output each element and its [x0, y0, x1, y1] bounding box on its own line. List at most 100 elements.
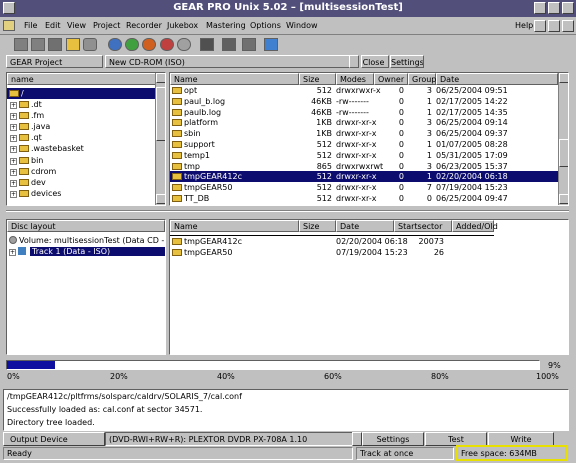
file-row[interactable]: TT_DB 512 drwxr-xr-x 0 0 06/25/2004 09:47 [170, 193, 558, 204]
file-row[interactable]: paul_b.log 46KB -rw------- 0 1 02/17/2005 14:… [170, 96, 558, 107]
col-date[interactable]: Date [436, 73, 558, 85]
open-icon[interactable] [31, 38, 45, 51]
verify-disc-icon[interactable] [177, 38, 191, 51]
folder-icon [172, 249, 182, 256]
file-row[interactable]: temp1 512 drwxr-xr-x 0 1 05/31/2005 17:09 [170, 150, 558, 161]
disc-contents[interactable]: Name Size Date Startsector Added/Old tmp… [169, 219, 569, 355]
child-minimize-icon[interactable] [534, 20, 546, 32]
maximize-icon[interactable] [548, 2, 560, 14]
menu-help[interactable]: Help [515, 21, 533, 30]
file-row[interactable]: paulb.log 46KB -rw------- 0 1 02/17/2005 14:3… [170, 107, 558, 118]
file-row[interactable]: opt 512 drwxrwxr-x 0 3 06/25/2004 09:51 [170, 85, 558, 96]
child-close-icon[interactable] [562, 20, 574, 32]
output-device-label: Output Device [3, 432, 105, 446]
scroll-down-icon[interactable] [156, 194, 165, 204]
tree-item[interactable]: + .wastebasket [7, 143, 155, 154]
menu-options[interactable]: Options [250, 21, 281, 30]
stop-icon[interactable] [200, 38, 214, 51]
folder-icon [19, 123, 29, 131]
monitor-icon[interactable] [222, 38, 236, 51]
menu-project[interactable]: Project [93, 21, 120, 30]
col-name[interactable]: Name [170, 73, 299, 85]
tree-item[interactable]: + bin [7, 155, 155, 166]
disc-layout-tree[interactable]: Disc layout Volume: multisessionTest (Da… [6, 219, 166, 355]
folder-icon [172, 130, 182, 138]
disc-col-startsector[interactable]: Startsector [394, 220, 452, 232]
tree-item[interactable]: + dev [7, 177, 155, 188]
scroll-down-icon[interactable] [559, 194, 568, 204]
folder-icon[interactable] [66, 38, 80, 51]
directory-tree[interactable]: name / + .dt + .fm + .java + .qt + .wastebasket + b… [6, 72, 166, 206]
menu-view[interactable]: View [67, 21, 86, 30]
tree-item[interactable]: + .qt [7, 132, 155, 143]
list-icon[interactable] [242, 38, 256, 51]
file-row[interactable]: tmpGEAR412c 512 drwxr-xr-x 0 1 02/20/2004 06:… [170, 171, 558, 183]
splitter[interactable] [6, 210, 569, 212]
col-modes[interactable]: Modes [336, 73, 374, 85]
menu-recorder[interactable]: Recorder [126, 21, 162, 30]
file-row[interactable]: support 512 drwxr-xr-x 0 1 01/07/2005 08:28 [170, 139, 558, 150]
scroll-thumb[interactable] [156, 87, 165, 141]
scroll-up-icon[interactable] [156, 73, 165, 83]
disc-col-date[interactable]: Date [336, 220, 394, 232]
close-icon[interactable] [562, 2, 574, 14]
minimize-icon[interactable] [534, 2, 546, 14]
col-group[interactable]: Group [408, 73, 436, 85]
tree-item[interactable]: + devices [7, 188, 155, 199]
test-button[interactable]: Test [425, 432, 487, 446]
file-scrollbar[interactable] [558, 73, 568, 205]
tree-item[interactable]: + .fm [7, 110, 155, 121]
write-disc-icon[interactable] [125, 38, 139, 51]
tick-80: 80% [431, 372, 449, 381]
menu-edit[interactable]: Edit [45, 21, 61, 30]
dropdown-arrow-icon[interactable] [349, 55, 359, 68]
erase-disc-icon[interactable] [160, 38, 174, 51]
device-dropdown-arrow-icon[interactable] [352, 432, 362, 446]
col-size[interactable]: Size [299, 73, 336, 85]
properties-icon[interactable] [83, 38, 97, 51]
tree-item[interactable]: + cdrom [7, 166, 155, 177]
child-restore-icon[interactable] [548, 20, 560, 32]
status-mode: Track at once [356, 447, 454, 460]
folder-icon [172, 108, 182, 116]
write-button[interactable]: Write [488, 432, 554, 446]
tree-item[interactable]: + .dt [7, 99, 155, 110]
copy-disc-icon[interactable] [142, 38, 156, 51]
disc-file-row[interactable]: tmpGEAR50 07/19/2004 15:23 26 [170, 247, 568, 258]
menu-bar: File Edit View Project Recorder Jukebox … [0, 17, 576, 35]
file-row[interactable]: platform 1KB drwxr-xr-x 0 3 06/25/2004 09:14 [170, 117, 558, 128]
file-row[interactable]: sbin 1KB drwxr-xr-x 0 3 06/25/2004 09:37 [170, 128, 558, 139]
expand-icon: + [10, 146, 17, 154]
menu-window[interactable]: Window [286, 21, 318, 30]
menu-mastering[interactable]: Mastering [206, 21, 246, 30]
scroll-thumb[interactable] [559, 139, 568, 167]
menu-file[interactable]: File [24, 21, 37, 30]
tree-scrollbar[interactable] [155, 73, 165, 205]
disc-file-row[interactable]: tmpGEAR412c 02/20/2004 06:18 20073 [170, 236, 568, 247]
log-panel[interactable]: /tmpGEAR412c/pltfrms/solsparc/caldrv/SOL… [3, 389, 569, 431]
device-settings-button[interactable]: Settings [362, 432, 424, 446]
disc-col-name[interactable]: Name [170, 220, 299, 232]
scroll-up-icon[interactable] [559, 73, 568, 83]
project-settings-button[interactable]: Settings [390, 55, 424, 68]
info-icon[interactable] [264, 38, 278, 51]
menu-jukebox[interactable]: Jukebox [167, 21, 198, 30]
col-owner[interactable]: Owner [374, 73, 408, 85]
disc-icon[interactable] [108, 38, 122, 51]
new-project-icon[interactable] [14, 38, 28, 51]
disc-volume[interactable]: Volume: multisessionTest (Data CD - ISO) [7, 235, 165, 246]
disc-col-added[interactable]: Added/Old [452, 220, 498, 232]
file-row[interactable]: tmp 865 drwxrwxrwt 0 3 06/23/2005 15:37 [170, 161, 558, 172]
disc-track[interactable]: + Track 1 (Data - ISO) [7, 246, 165, 257]
tree-root[interactable]: / [7, 88, 155, 99]
save-icon[interactable] [48, 38, 62, 51]
folder-icon [172, 238, 182, 245]
project-type-select[interactable]: New CD-ROM (ISO) [105, 55, 358, 68]
output-device-select[interactable]: (DVD-RWI+RW+R): PLEXTOR DVDR PX-708A 1.1… [105, 432, 359, 446]
folder-icon [172, 87, 182, 94]
file-row[interactable]: tmpGEAR50 512 drwxr-xr-x 0 7 07/19/2004 15:23 [170, 182, 558, 193]
disc-col-size[interactable]: Size [299, 220, 336, 232]
close-project-button[interactable]: Close [361, 55, 389, 68]
tree-item[interactable]: + .java [7, 121, 155, 132]
file-list[interactable]: Name Size Modes Owner Group Date opt 512 d… [169, 72, 569, 206]
